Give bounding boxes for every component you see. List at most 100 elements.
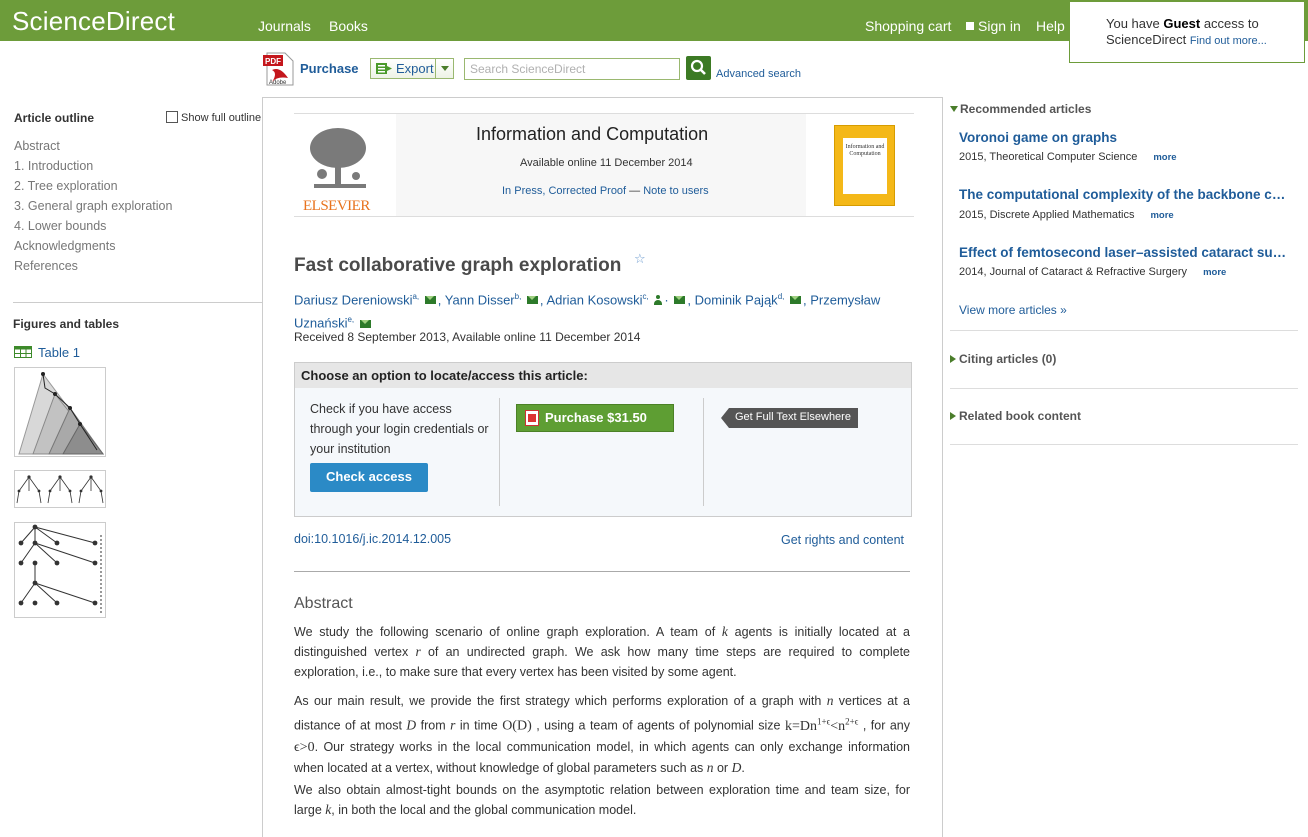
figure-thumbnail-3[interactable] — [14, 522, 106, 618]
checkbox-icon[interactable] — [166, 111, 178, 123]
received-date: Received 8 September 2013, Available onl… — [294, 330, 641, 344]
search-button[interactable] — [686, 56, 711, 80]
advanced-search-link[interactable]: Advanced search — [716, 68, 801, 80]
outline-item-abstract[interactable]: Abstract — [14, 139, 172, 159]
author-link[interactable]: Dominik Pająk — [695, 292, 778, 307]
author-affiliation: d, — [777, 292, 785, 301]
find-out-more-link[interactable]: Find out more... — [1190, 35, 1267, 47]
check-access-text: Check if you have access through your lo… — [310, 402, 489, 456]
shopping-cart-link[interactable]: Shopping cart — [865, 18, 951, 34]
triangle-right-icon — [950, 412, 956, 420]
math-expr: k=Dn1+ϵ<n2+ϵ — [785, 716, 859, 734]
journal-banner: Information and Computation Available on… — [396, 114, 806, 216]
search-input[interactable] — [464, 58, 680, 80]
more-link[interactable]: more — [1153, 152, 1176, 163]
author-affiliation: e, — [347, 315, 355, 325]
abstract-paragraph-2: As our main result, we provide the first… — [294, 691, 910, 778]
email-icon[interactable] — [674, 296, 686, 305]
more-link[interactable]: more — [1203, 267, 1226, 278]
figure-2-image — [16, 475, 104, 504]
guest-bold: Guest — [1163, 16, 1201, 31]
citing-articles-label: Citing articles (0) — [959, 352, 1057, 366]
author-link[interactable]: Adrian Kosowski — [546, 292, 642, 307]
figure-3-image — [18, 524, 102, 613]
math-var: n — [706, 759, 714, 775]
journal-available-online: Available online 11 December 2014 — [520, 157, 693, 169]
view-more-articles-link[interactable]: View more articles » — [959, 303, 1067, 317]
journal-header: ELSEVIER Information and Computation Ava… — [294, 113, 914, 217]
figures-tables-heading: Figures and tables — [13, 317, 120, 331]
email-icon[interactable] — [526, 296, 538, 305]
check-access-button[interactable]: Check access — [310, 463, 428, 492]
divider — [294, 571, 910, 572]
sign-in-link[interactable]: Sign in — [966, 18, 1021, 34]
in-press-link[interactable]: In Press, Corrected Proof — [502, 185, 626, 197]
meta-text: 2015, Theoretical Computer Science — [959, 151, 1138, 163]
corresponding-author-icon[interactable] — [654, 295, 663, 306]
elsevier-wordmark: ELSEVIER — [303, 198, 370, 212]
journal-title[interactable]: Information and Computation — [476, 124, 776, 145]
triangle-right-icon — [950, 355, 956, 363]
note-to-users-link[interactable]: Note to users — [643, 185, 708, 197]
related-book-content-toggle[interactable]: Related book content — [950, 409, 1081, 423]
text-run: in time — [455, 718, 503, 733]
table-icon — [14, 346, 32, 358]
text-run: . — [741, 760, 745, 775]
recommended-article-title[interactable]: Effect of femtosecond laser–assisted cat… — [959, 245, 1289, 260]
math-part: <n — [830, 718, 846, 734]
star-icon[interactable]: ☆ — [634, 251, 646, 267]
author-list: Dariusz Dereniowskia, , Yann Disserb, , … — [294, 292, 881, 331]
show-full-outline-checkbox[interactable]: Show full outline — [166, 111, 261, 124]
text-run: . Our strategy works in the local commun… — [294, 739, 910, 775]
plus-icon — [966, 22, 974, 30]
cover-title: Information and Computation — [843, 138, 887, 194]
journal-cover[interactable]: Information and Computation — [834, 125, 895, 206]
outline-item-references[interactable]: References — [14, 259, 172, 279]
guest-prefix: You have — [1106, 16, 1164, 31]
email-icon[interactable] — [359, 319, 371, 328]
text-run: We study the following scenario of onlin… — [294, 625, 722, 639]
purchase-pdf-link[interactable]: Purchase — [300, 61, 359, 76]
nav-journals[interactable]: Journals — [258, 18, 311, 34]
outline-item-general-graph[interactable]: 3. General graph exploration — [14, 199, 172, 219]
outline-item-lower-bounds[interactable]: 4. Lower bounds — [14, 219, 172, 239]
recommended-article-title[interactable]: Voronoi game on graphs — [959, 130, 1289, 145]
help-link[interactable]: Help — [1036, 18, 1065, 34]
citing-articles-toggle[interactable]: Citing articles (0) — [950, 352, 1056, 366]
nav-books[interactable]: Books — [329, 18, 368, 34]
author-link[interactable]: Yann Disser — [445, 292, 515, 307]
guest-line2: ScienceDirect — [1106, 32, 1190, 47]
show-full-outline-label: Show full outline — [181, 112, 262, 124]
recommended-article-title[interactable]: The computational complexity of the back… — [959, 187, 1289, 202]
pdf-icon — [525, 410, 539, 426]
pdf-icon[interactable]: PDF Adobe — [263, 52, 296, 86]
purchase-button[interactable]: Purchase $31.50 — [516, 404, 674, 432]
text-run: , in both the local and the global commu… — [331, 803, 637, 817]
math-sup: 1+ϵ — [817, 716, 831, 726]
author-link[interactable]: Dariusz Dereniowski — [294, 292, 412, 307]
text-run: As our main result, we provide the first… — [294, 694, 827, 708]
more-link[interactable]: more — [1150, 210, 1173, 221]
divider — [950, 330, 1298, 331]
get-full-text-elsewhere-button[interactable]: Get Full Text Elsewhere — [721, 408, 858, 428]
sciencedirect-logo[interactable]: ScienceDirect — [12, 6, 175, 37]
table-1-link[interactable]: Table 1 — [14, 345, 80, 360]
sign-in-label: Sign in — [978, 18, 1021, 34]
export-label: Export — [396, 61, 434, 76]
rights-link[interactable]: Get rights and content — [781, 533, 904, 547]
elsevier-logo[interactable]: ELSEVIER — [302, 122, 378, 212]
outline-item-acknowledgments[interactable]: Acknowledgments — [14, 239, 172, 259]
doi-link[interactable]: doi:10.1016/j.ic.2014.12.005 — [294, 532, 451, 546]
guest-suffix: access to — [1200, 16, 1259, 31]
email-icon[interactable] — [789, 296, 801, 305]
outline-item-tree-exploration[interactable]: 2. Tree exploration — [14, 179, 172, 199]
math-sup: 2+ϵ — [845, 716, 859, 726]
figure-thumbnail-1[interactable] — [14, 367, 106, 457]
outline-item-introduction[interactable]: 1. Introduction — [14, 159, 172, 179]
figure-thumbnail-2[interactable] — [14, 470, 106, 508]
email-icon[interactable] — [424, 296, 436, 305]
export-button[interactable]: Export — [370, 58, 454, 79]
chevron-down-icon[interactable] — [435, 59, 454, 78]
recommended-articles-toggle[interactable]: Recommended articles — [950, 102, 1091, 116]
divider — [950, 388, 1298, 389]
